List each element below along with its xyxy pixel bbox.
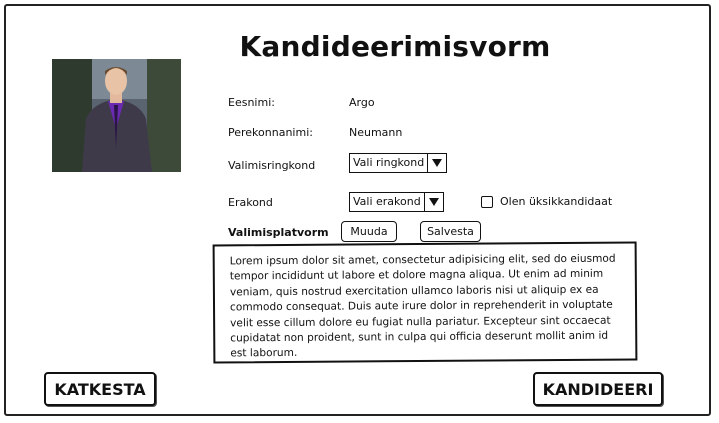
district-label: Valimisringkond [228, 159, 316, 172]
first-name-value: Argo [349, 96, 375, 109]
last-name-value: Neumann [349, 126, 403, 139]
apply-button[interactable]: KANDIDEERI [533, 372, 663, 406]
district-select-value: Vali ringkond [350, 154, 429, 172]
first-name-label: Eesnimi: [228, 96, 275, 109]
platform-textarea[interactable]: Lorem ipsum dolor sit amet, consectetur … [212, 241, 638, 364]
chevron-down-icon[interactable] [425, 193, 443, 211]
independent-checkbox-label: Olen üksikkandidaat [500, 195, 613, 208]
edit-button[interactable]: Muuda [341, 221, 397, 242]
candidate-photo [52, 59, 181, 172]
party-select[interactable]: Vali erakond [349, 192, 444, 212]
party-label: Erakond [228, 196, 273, 209]
chevron-down-icon[interactable] [428, 154, 446, 172]
party-select-value: Vali erakond [350, 193, 425, 211]
photo-illustration [52, 59, 181, 172]
cancel-button[interactable]: KATKESTA [44, 372, 156, 406]
independent-checkbox[interactable] [481, 196, 493, 208]
platform-label: Valimisplatvorm [228, 226, 329, 239]
save-button[interactable]: Salvesta [420, 221, 481, 242]
last-name-label: Perekonnanimi: [228, 126, 313, 139]
page-title: Kandideerimisvorm [239, 30, 551, 63]
district-select[interactable]: Vali ringkond [349, 153, 448, 173]
